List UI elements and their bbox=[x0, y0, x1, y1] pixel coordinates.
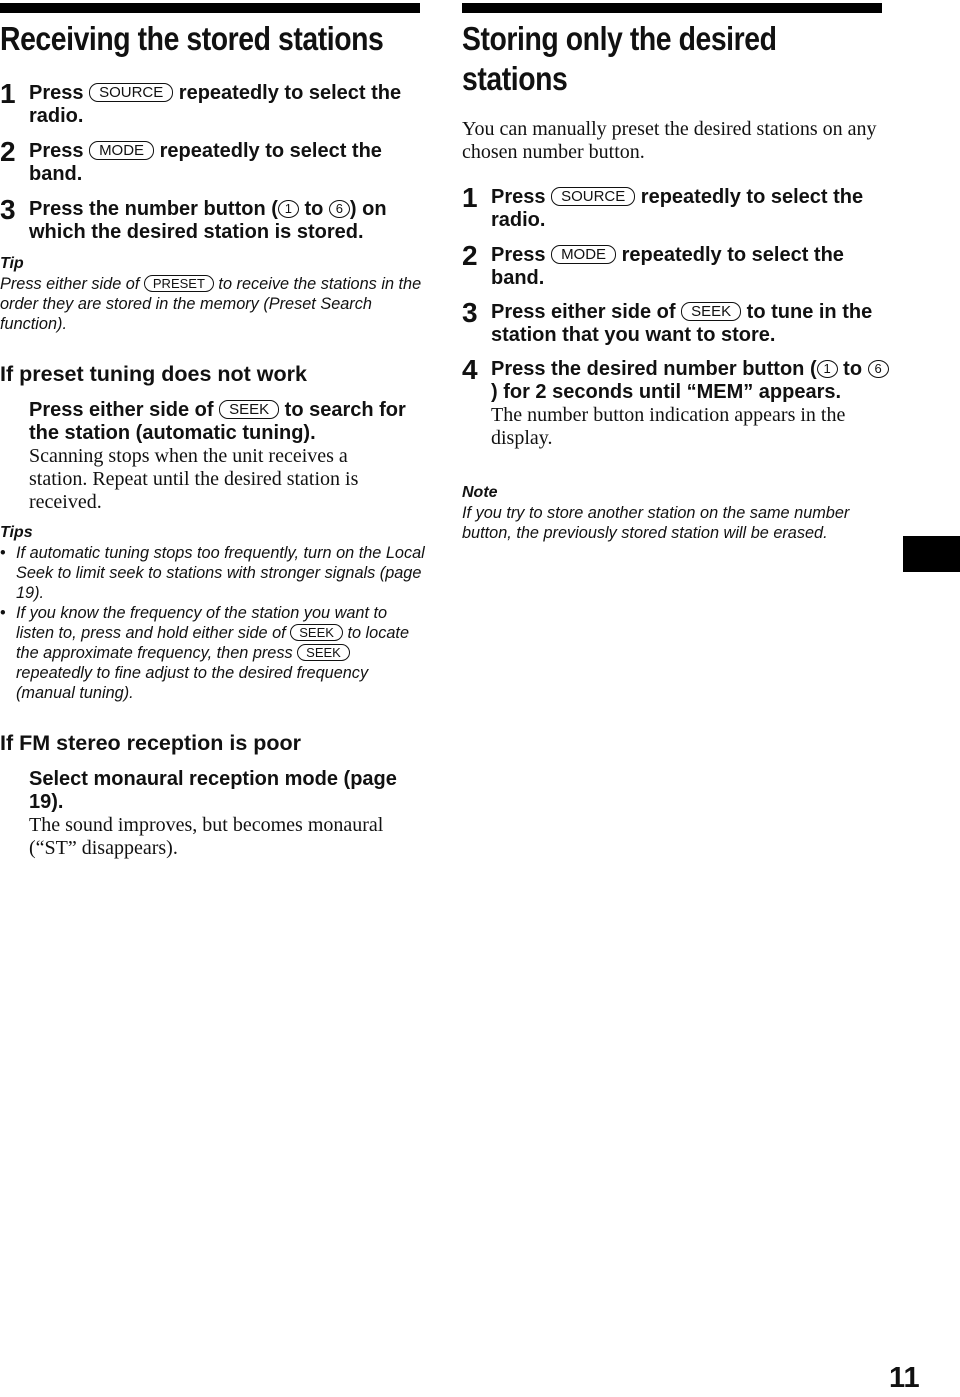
bullet-icon: • bbox=[0, 604, 6, 622]
mode-button-icon: MODE bbox=[551, 245, 617, 264]
section-rule bbox=[0, 3, 420, 13]
step-3: 3 Press the number button (1 to 6) on wh… bbox=[0, 194, 430, 244]
preset-button-icon: PRESET bbox=[143, 275, 214, 292]
step-number: 4 bbox=[462, 354, 478, 385]
note-block: Note If you try to store another station… bbox=[462, 483, 892, 543]
note-text: If you try to store another station on t… bbox=[462, 504, 850, 542]
step-number: 3 bbox=[462, 297, 478, 328]
step-text: Press MODE repeatedly to select the band… bbox=[491, 244, 844, 289]
subsection-heading: If FM stereo reception is poor bbox=[0, 731, 302, 755]
tips-label: Tips bbox=[0, 524, 33, 541]
instruction-body: The sound improves, but becomes monaural… bbox=[29, 814, 384, 859]
step-text: Press SOURCE repeatedly to select the ra… bbox=[29, 82, 402, 127]
source-button-icon: SOURCE bbox=[89, 83, 174, 102]
section-title: Storing only the desired stations bbox=[462, 20, 777, 97]
step-number: 3 bbox=[0, 194, 16, 225]
tip-label: Tip bbox=[0, 255, 24, 272]
note-label: Note bbox=[462, 484, 498, 501]
step-body: The number button indication appears in … bbox=[491, 404, 846, 449]
seek-button-icon: SEEK bbox=[297, 644, 350, 661]
step-2: 2 Press MODE repeatedly to select the ba… bbox=[0, 136, 430, 186]
step-text: Press SOURCE repeatedly to select the ra… bbox=[491, 186, 864, 231]
tips-item: • If automatic tuning stops too frequent… bbox=[0, 544, 425, 602]
section-title: Receiving the stored stations bbox=[0, 20, 384, 57]
step-text: Press the desired number button (1 to 6)… bbox=[491, 358, 892, 404]
tip-text: Press either side of PRESET to receive t… bbox=[0, 275, 422, 333]
chapter-tab-marker bbox=[903, 536, 960, 572]
seek-button-icon: SEEK bbox=[290, 624, 343, 641]
bullet-icon: • bbox=[0, 544, 6, 562]
step-text: Press either side of SEEK to tune in the… bbox=[491, 301, 873, 346]
step-number: 2 bbox=[0, 136, 16, 167]
left-column: Receiving the stored stations 1 Press SO… bbox=[0, 0, 425, 859]
fm-instruction: Select monaural reception mode (page 19)… bbox=[29, 768, 429, 860]
seek-button-icon: SEEK bbox=[681, 302, 742, 321]
tips-item: • If you know the frequency of the stati… bbox=[0, 604, 409, 702]
intro-text: You can manually preset the desired stat… bbox=[462, 118, 877, 163]
number-6-button-icon: 6 bbox=[867, 360, 889, 378]
instruction-body: Scanning stops when the unit receives a … bbox=[29, 445, 359, 513]
subsection-heading: If preset tuning does not work bbox=[0, 362, 307, 386]
number-1-button-icon: 1 bbox=[816, 360, 838, 378]
step-text: Press the number button (1 to 6) on whic… bbox=[29, 198, 387, 243]
step-3: 3 Press either side of SEEK to tune in t… bbox=[462, 297, 892, 347]
seek-button-icon: SEEK bbox=[219, 400, 280, 419]
source-button-icon: SOURCE bbox=[551, 187, 636, 206]
number-1-button-icon: 1 bbox=[277, 200, 299, 218]
preset-instruction: Press either side of SEEK to search for … bbox=[29, 399, 429, 514]
step-1: 1 Press SOURCE repeatedly to select the … bbox=[462, 182, 892, 232]
number-6-button-icon: 6 bbox=[328, 200, 350, 218]
right-column: Storing only the desired stations You can… bbox=[462, 0, 889, 542]
step-number: 2 bbox=[462, 240, 478, 271]
step-text: Press MODE repeatedly to select the band… bbox=[29, 140, 382, 185]
mode-button-icon: MODE bbox=[89, 141, 155, 160]
instruction-text: Press either side of SEEK to search for … bbox=[29, 399, 406, 444]
step-2: 2 Press MODE repeatedly to select the ba… bbox=[462, 240, 892, 290]
page-number: 11 bbox=[889, 1362, 920, 1394]
step-4: 4 Press the desired number button (1 to … bbox=[462, 354, 892, 450]
tip-block: Tip Press either side of PRESET to recei… bbox=[0, 254, 425, 334]
tips-block: Tips • If automatic tuning stops too fre… bbox=[0, 523, 425, 703]
instruction-text: Select monaural reception mode (page 19)… bbox=[29, 768, 397, 813]
section-rule bbox=[462, 3, 882, 13]
step-1: 1 Press SOURCE repeatedly to select the … bbox=[0, 78, 430, 128]
step-number: 1 bbox=[0, 78, 16, 109]
step-number: 1 bbox=[462, 182, 478, 213]
